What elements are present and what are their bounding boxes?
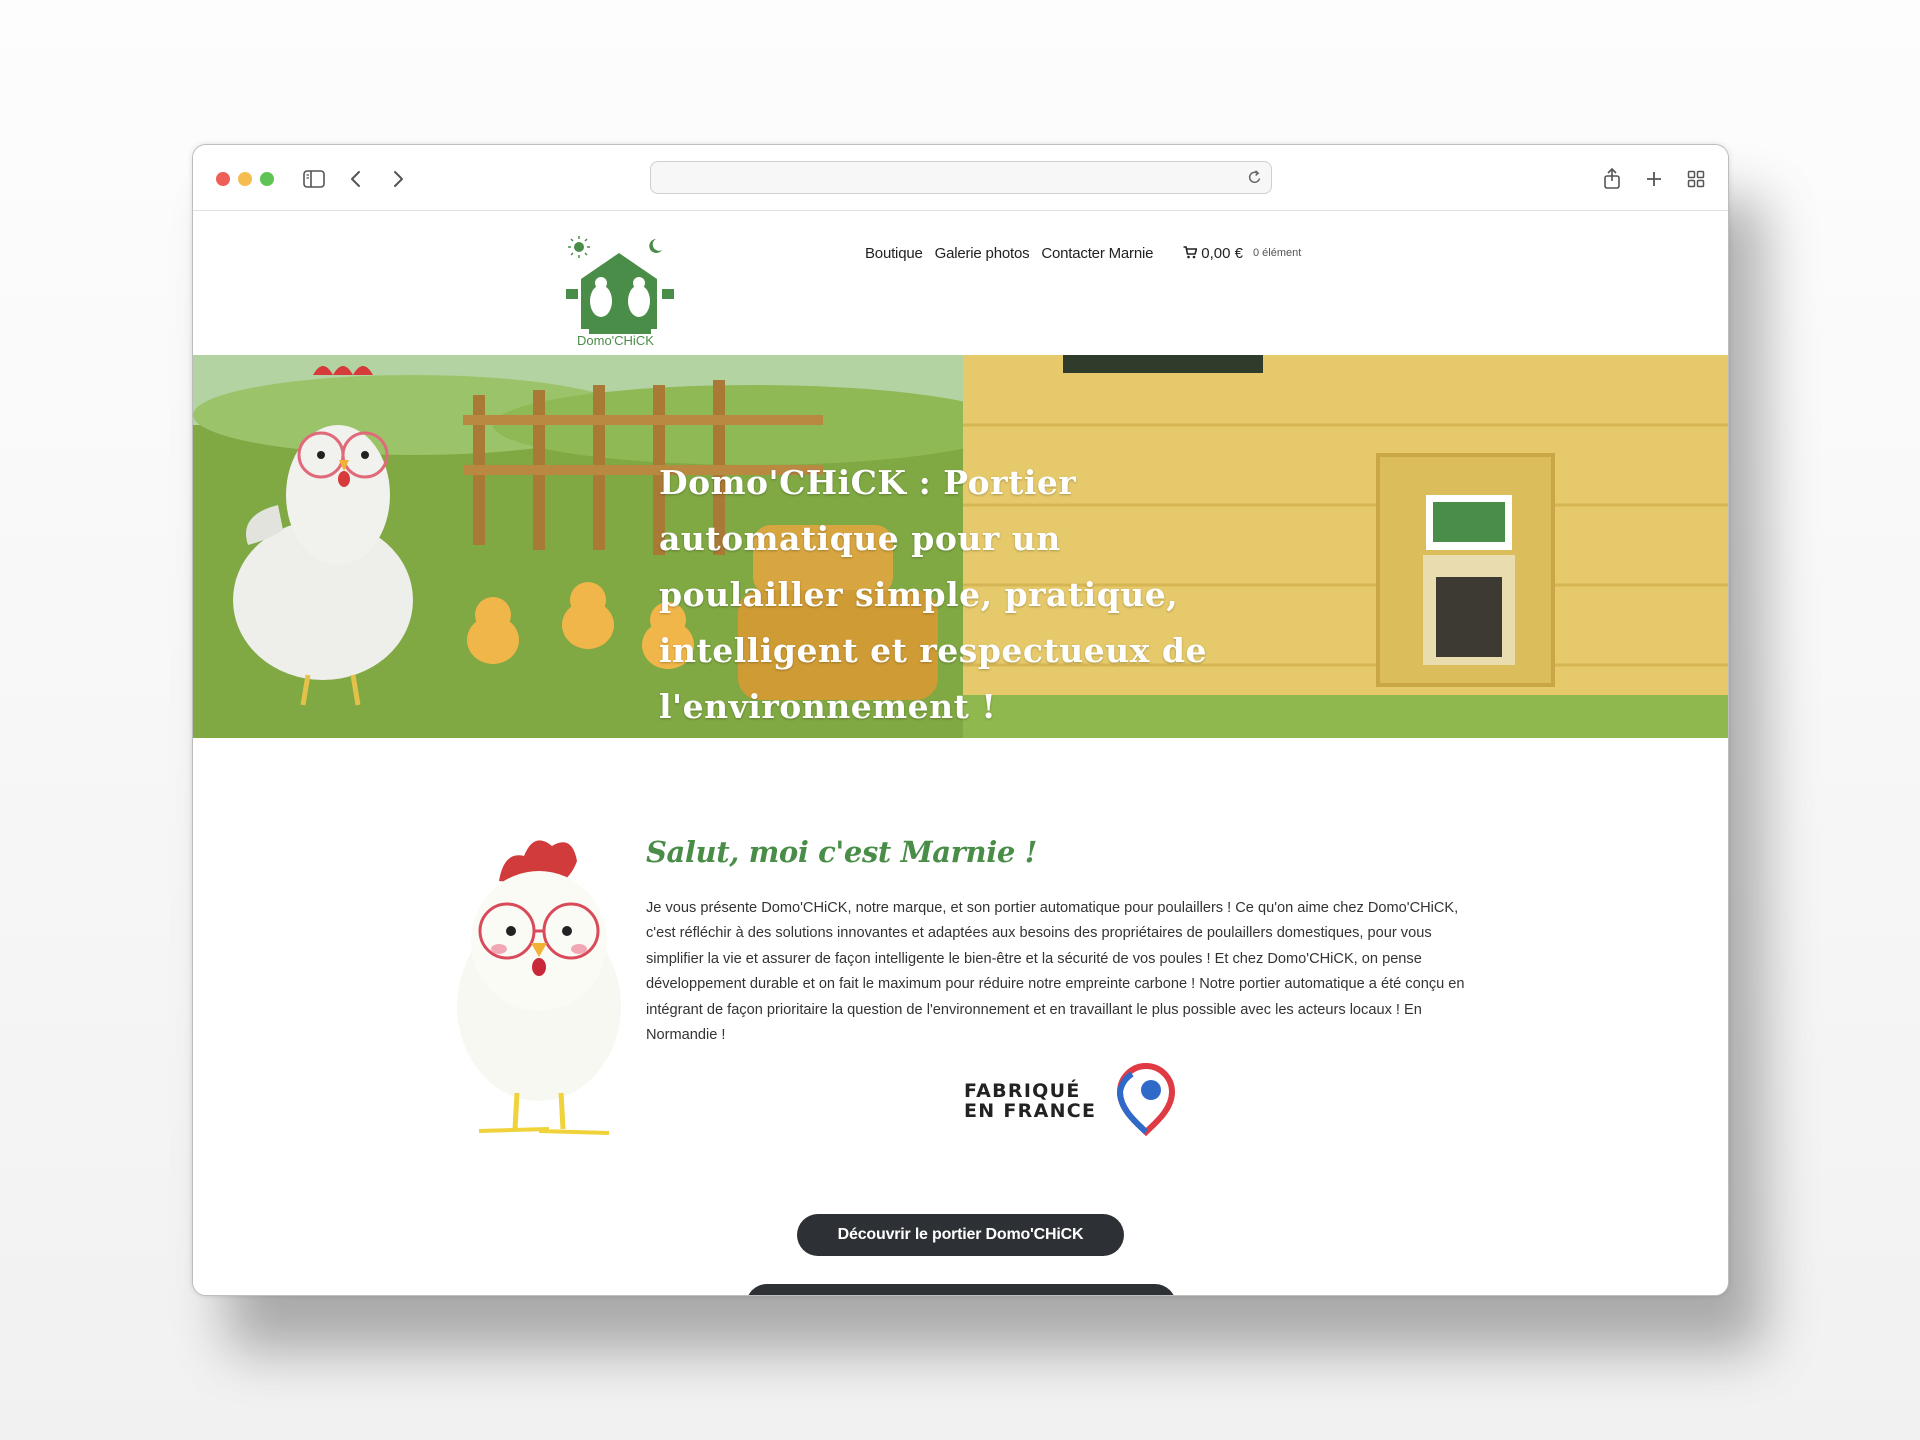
hero-title: Domo'CHiCK : Portier automatique pour un…: [659, 463, 1207, 727]
moon-icon: [649, 239, 662, 253]
zoom-window-button[interactable]: [260, 172, 274, 186]
back-icon[interactable]: [341, 164, 371, 194]
nav-item-contacter-marnie[interactable]: Contacter Marnie: [1041, 245, 1153, 262]
address-bar[interactable]: [650, 161, 1272, 194]
reload-icon[interactable]: [1248, 169, 1262, 189]
minimize-window-button[interactable]: [238, 172, 252, 186]
cart-icon: [1183, 244, 1198, 263]
web-page: Domo'CHiCK Boutique Galerie photos Conta…: [193, 211, 1728, 1295]
intro-title: Salut, moi c'est Marnie !: [646, 835, 1037, 870]
cart-count: 0 élément: [1252, 247, 1302, 259]
hero-banner: Domo'CHiCK : Portier automatique pour un…: [193, 355, 1728, 738]
nav-item-boutique[interactable]: Boutique: [865, 245, 923, 262]
made-in-france-line2: EN FRANCE: [964, 1100, 1097, 1122]
forward-icon[interactable]: [383, 164, 413, 194]
close-window-button[interactable]: [216, 172, 230, 186]
new-tab-icon[interactable]: [1639, 164, 1669, 194]
sidebar-icon[interactable]: [299, 164, 329, 194]
browser-toolbar: [193, 145, 1728, 211]
intro-paragraph: Je vous présente Domo'CHiCK, notre marqu…: [646, 899, 1465, 1044]
cart-amount: 0,00 €: [1201, 244, 1243, 262]
site-logo[interactable]: Domo'CHiCK: [559, 233, 681, 355]
nav-item-galerie-photos[interactable]: Galerie photos: [935, 245, 1030, 262]
made-in-france-line1: FABRIQUÉ: [964, 1080, 1081, 1102]
tab-overview-icon[interactable]: [1681, 164, 1711, 194]
browser-window: Domo'CHiCK Boutique Galerie photos Conta…: [192, 144, 1729, 1296]
secondary-cta-button[interactable]: [746, 1284, 1176, 1295]
sun-icon: [568, 236, 590, 258]
main-nav: Boutique Galerie photos Contacter Marnie…: [865, 241, 1301, 265]
made-in-france-badge: FABRIQUÉ EN FRANCE: [964, 1061, 1182, 1141]
made-in-france-label: FABRIQUÉ EN FRANCE: [964, 1081, 1096, 1121]
map-pin-icon: [1110, 1062, 1182, 1140]
discover-product-button[interactable]: Découvrir le portier Domo'CHiCK: [797, 1214, 1124, 1256]
share-icon[interactable]: [1597, 164, 1627, 194]
cart-link[interactable]: 0,00 € 0 élément: [1183, 244, 1301, 263]
logo-text: Domo'CHiCK: [577, 333, 654, 348]
marnie-chicken-illustration: [449, 831, 629, 1141]
